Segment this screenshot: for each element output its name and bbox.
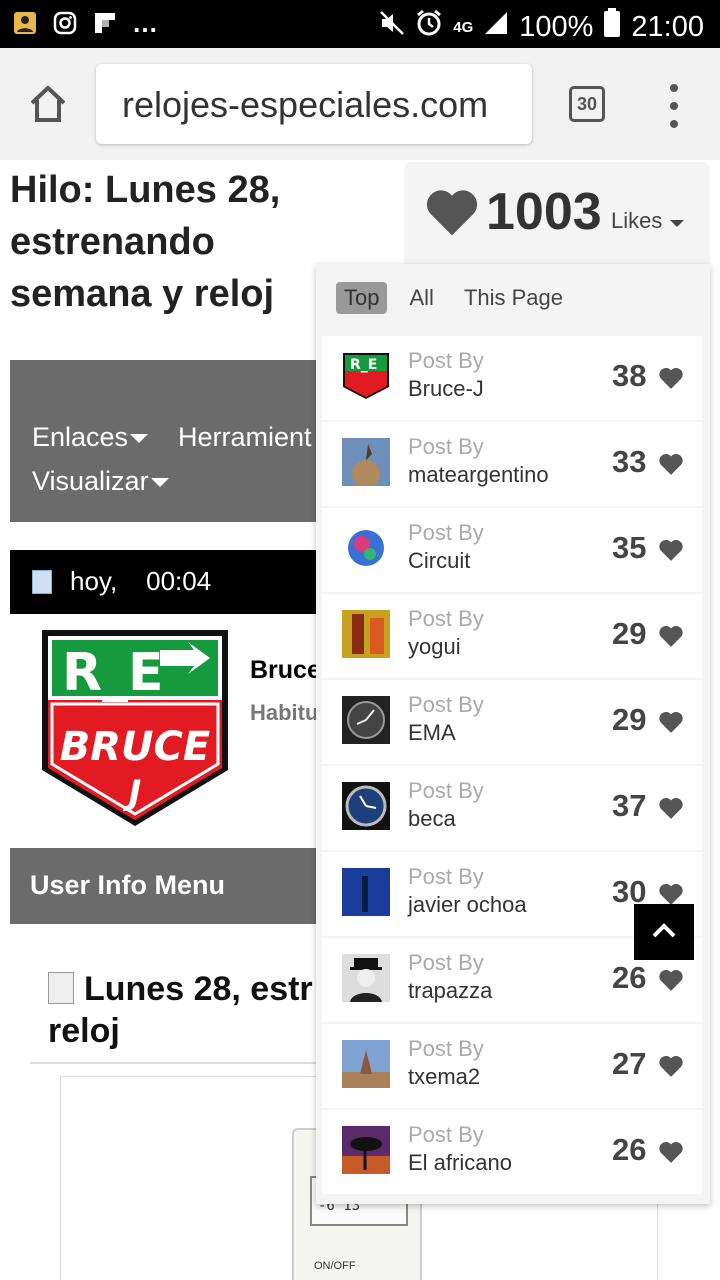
likes-count: 1003 xyxy=(486,183,602,241)
likes-list-item[interactable]: Post By EMA 29 xyxy=(322,680,702,764)
heart-icon xyxy=(658,1140,684,1164)
likes-label: Likes xyxy=(611,208,663,233)
post-title-doc-icon xyxy=(48,972,74,1004)
liker-username[interactable]: beca xyxy=(408,806,456,832)
likes-filters: Top All This Page xyxy=(336,282,571,314)
nav-herramientas[interactable]: Herramient xyxy=(178,422,312,453)
alarm-icon xyxy=(415,9,443,45)
heart-icon xyxy=(658,796,684,820)
like-count: 35 xyxy=(612,530,647,565)
scroll-to-top-button[interactable] xyxy=(634,904,694,960)
heart-icon xyxy=(658,366,684,390)
contact-notification-icon xyxy=(12,10,38,36)
avatar[interactable]: R_E BRUCE J xyxy=(40,628,230,828)
user-avatar xyxy=(342,438,390,488)
user-info-menu[interactable]: User Info Menu xyxy=(10,848,330,924)
heart-icon xyxy=(658,710,684,734)
post-username[interactable]: Bruce xyxy=(250,656,321,685)
liker-username[interactable]: EMA xyxy=(408,720,456,746)
likes-list-item[interactable]: Post By Circuit 35 xyxy=(322,508,702,592)
liker-username[interactable]: El africano xyxy=(408,1150,512,1176)
flipboard-icon xyxy=(92,10,118,36)
likes-list-item[interactable]: Post By beca 37 xyxy=(322,766,702,850)
user-avatar xyxy=(342,1126,390,1174)
filter-top[interactable]: Top xyxy=(336,282,388,314)
battery-percent: 100% xyxy=(519,10,594,43)
svg-text:R_E: R_E xyxy=(350,357,377,373)
heart-icon xyxy=(658,538,684,562)
nav-enlaces[interactable]: Enlaces xyxy=(32,422,149,453)
user-avatar xyxy=(342,782,390,830)
filter-all[interactable]: All xyxy=(401,282,441,314)
likes-list-item[interactable]: R_E Post By Bruce-J 38 xyxy=(322,336,702,420)
svg-text:R_E: R_E xyxy=(62,643,164,703)
heart-icon xyxy=(658,624,684,648)
like-count: 26 xyxy=(612,1132,647,1167)
likes-list-item[interactable]: Post By txema2 27 xyxy=(322,1024,702,1108)
user-avatar xyxy=(342,868,390,916)
liker-username[interactable]: trapazza xyxy=(408,978,492,1004)
user-avatar xyxy=(342,1040,390,1088)
liker-username[interactable]: mateargentino xyxy=(408,462,549,488)
status-bar: … 4G 100% 21:00 xyxy=(0,0,720,48)
battery-icon xyxy=(603,8,621,46)
like-count: 29 xyxy=(612,616,647,651)
like-count: 38 xyxy=(612,358,647,393)
heart-icon xyxy=(424,184,480,240)
heart-icon xyxy=(658,882,684,906)
liker-username[interactable]: Bruce-J xyxy=(408,376,484,402)
more-notifications-icon: … xyxy=(132,8,158,38)
post-header: hoy, 00:04 xyxy=(10,550,330,614)
user-avatar: R_E xyxy=(342,352,390,400)
post-doc-icon xyxy=(32,570,52,594)
nav-visualizar[interactable]: Visualizar xyxy=(32,466,169,497)
chevron-down-icon xyxy=(150,478,169,488)
browser-menu-icon[interactable] xyxy=(664,84,684,128)
heart-icon xyxy=(658,968,684,992)
instagram-icon xyxy=(52,10,78,36)
svg-text:BRUCE: BRUCE xyxy=(60,724,210,770)
filter-this-page[interactable]: This Page xyxy=(456,282,571,314)
network-type: 4G xyxy=(453,18,474,36)
device-key-label: ON/OFF xyxy=(314,1260,356,1272)
liker-username[interactable]: txema2 xyxy=(408,1064,480,1090)
url-text: relojes-especiales.com xyxy=(122,84,489,125)
heart-icon xyxy=(658,1054,684,1078)
user-avatar xyxy=(342,696,390,744)
user-avatar xyxy=(342,524,390,572)
heart-icon xyxy=(658,452,684,476)
signal-icon xyxy=(483,10,509,44)
like-count: 33 xyxy=(612,444,647,479)
thread-title: Hilo: Lunes 28, estrenando semana y relo… xyxy=(10,169,281,315)
home-icon[interactable] xyxy=(26,82,70,126)
address-bar[interactable]: relojes-especiales.com xyxy=(96,64,532,144)
likes-list-item[interactable]: Post By yogui 29 xyxy=(322,594,702,678)
chevron-down-icon[interactable] xyxy=(670,220,684,227)
likes-widget-header[interactable]: 1003 Likes xyxy=(404,162,710,266)
page-content: Hilo: Lunes 28, estrenando semana y relo… xyxy=(0,160,720,1280)
divider xyxy=(30,1062,350,1064)
likes-list-item[interactable]: Post By mateargentino 33 xyxy=(322,422,702,506)
post-date: hoy, 00:04 xyxy=(70,566,212,596)
liker-username[interactable]: javier ochoa xyxy=(408,892,527,918)
user-avatar xyxy=(342,610,390,658)
like-count: 26 xyxy=(612,960,647,995)
user-avatar xyxy=(342,954,390,1002)
post-user-rank: Habitu xyxy=(250,700,319,725)
clock: 21:00 xyxy=(631,10,704,43)
forum-navbar: Enlaces Herramient Visualizar xyxy=(10,360,330,522)
post-title: Lunes 28, estr reloj xyxy=(48,970,313,1050)
like-count: 37 xyxy=(612,788,647,823)
likes-dropdown: Top All This Page R_E Post By Bruce-J 38… xyxy=(316,264,710,1204)
browser-toolbar: relojes-especiales.com 30 xyxy=(0,48,720,160)
chevron-down-icon xyxy=(130,434,149,444)
liker-username[interactable]: yogui xyxy=(408,634,461,660)
liker-username[interactable]: Circuit xyxy=(408,548,470,574)
like-count: 27 xyxy=(612,1046,647,1081)
mute-icon xyxy=(379,10,405,44)
tab-switcher-button[interactable]: 30 xyxy=(569,86,605,122)
like-count: 29 xyxy=(612,702,647,737)
likes-list-item[interactable]: Post By El africano 26 xyxy=(322,1110,702,1194)
